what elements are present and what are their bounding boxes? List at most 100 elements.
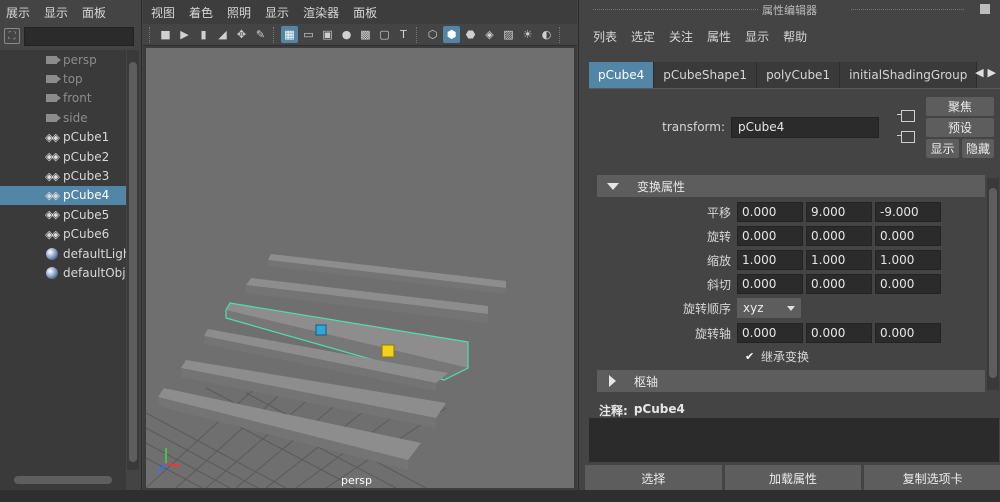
rotate-axis-x-field[interactable]: 0.000	[737, 323, 803, 343]
camera-select-icon[interactable]: ■	[157, 26, 174, 43]
notes-textarea[interactable]	[589, 418, 999, 462]
outliner-horizontal-scrollbar[interactable]	[0, 474, 126, 486]
resolution-gate-icon[interactable]: ▣	[319, 26, 336, 43]
outliner-item-pcube3[interactable]: ◈◈ pCube3	[0, 166, 126, 185]
ae-menu-show[interactable]: 显示	[745, 28, 769, 45]
outliner-item-front[interactable]: front	[0, 89, 126, 108]
translate-z-field[interactable]: -9.000	[875, 202, 941, 222]
xray-icon[interactable]: ◈	[481, 26, 498, 43]
translate-x-field[interactable]: 0.000	[737, 202, 803, 222]
outliner-item-pcube2[interactable]: ◈◈ pCube2	[0, 147, 126, 166]
mesh-icon: ◈◈	[45, 227, 60, 241]
rotate-y-field[interactable]: 0.000	[806, 226, 872, 246]
shear-row: 斜切 0.000 0.000 0.000	[597, 273, 985, 295]
shear-yz-field[interactable]: 0.000	[875, 274, 941, 294]
outliner-search-input[interactable]	[24, 26, 134, 46]
viewport-menu-renderer[interactable]: 渲染器	[303, 4, 339, 21]
viewport-menu-panels[interactable]: 面板	[353, 4, 377, 21]
mesh-icon: ◈◈	[45, 208, 60, 222]
copy-tab-button[interactable]: 复制选项卡	[864, 465, 1000, 491]
scrollbar-thumb[interactable]	[129, 62, 137, 462]
outliner-item-top[interactable]: top	[0, 69, 126, 88]
rotate-axis-z-field[interactable]: 0.000	[875, 323, 941, 343]
outliner-menu-panels[interactable]: 面板	[82, 4, 106, 21]
ae-menu-help[interactable]: 帮助	[783, 28, 807, 45]
grease-pencil-icon[interactable]: ✎	[252, 26, 269, 43]
tab-scroll-right-icon[interactable]: ▶	[988, 66, 996, 79]
rotate-x-field[interactable]: 0.000	[737, 226, 803, 246]
outliner-item-label: pCube4	[63, 188, 110, 203]
go-to-output-icon[interactable]	[897, 131, 915, 143]
tab-initialshadinggroup[interactable]: initialShadingGroup	[840, 62, 978, 88]
transform-name-field[interactable]: pCube4	[731, 116, 879, 138]
wireframe-icon[interactable]: ⬡	[424, 26, 441, 43]
attribute-scrollbar[interactable]	[987, 178, 999, 390]
grid-icon[interactable]: ▦	[281, 26, 298, 43]
safe-title-icon[interactable]: T	[395, 26, 412, 43]
outliner-item-defaultobje[interactable]: defaultObje	[0, 263, 126, 282]
viewport-3d-scene[interactable]: persp	[146, 48, 574, 488]
translate-y-field[interactable]: 9.000	[806, 202, 872, 222]
scene-drawing	[146, 254, 506, 488]
outliner-menu-show[interactable]: 展示	[6, 4, 30, 21]
outliner-item-pcube4[interactable]: ◈◈ pCube4	[0, 185, 126, 206]
ae-menu-selected[interactable]: 选定	[631, 28, 655, 45]
bookmark-icon[interactable]: ▮	[195, 26, 212, 43]
tab-pcubeshape1[interactable]: pCubeShape1	[654, 62, 758, 88]
tab-polycube1[interactable]: polyCube1	[757, 62, 841, 88]
panel-float-icon[interactable]	[980, 4, 990, 14]
load-attributes-button[interactable]: 加载属性	[724, 465, 862, 491]
outliner-item-defaultligh[interactable]: defaultLigh	[0, 244, 126, 263]
attribute-editor-titlebar[interactable]: 属性编辑器	[579, 0, 1000, 20]
ae-menu-focus[interactable]: 关注	[669, 28, 693, 45]
smooth-shade-icon[interactable]: ⬢	[443, 26, 460, 43]
textured-icon[interactable]: ▨	[500, 26, 517, 43]
2d-pan-zoom-icon[interactable]: ✥	[233, 26, 250, 43]
ae-menu-list[interactable]: 列表	[593, 28, 617, 45]
tab-scroll-left-icon[interactable]: ◀	[975, 66, 983, 79]
gate-mask-icon[interactable]: ●	[338, 26, 355, 43]
outliner-item-pcube6[interactable]: ◈◈ pCube6	[0, 225, 126, 244]
rotate-order-dropdown[interactable]: xyz	[737, 298, 801, 318]
presets-button[interactable]: 预设	[926, 118, 994, 137]
use-all-lights-icon[interactable]: ☀	[519, 26, 536, 43]
viewport-menu-show[interactable]: 显示	[265, 4, 289, 21]
outliner-item-side[interactable]: side	[0, 108, 126, 127]
outliner-item-pcube5[interactable]: ◈◈ pCube5	[0, 205, 126, 224]
film-gate-icon[interactable]: ▭	[300, 26, 317, 43]
show-button[interactable]: 显示	[926, 139, 959, 158]
viewport-menu-shading[interactable]: 着色	[189, 4, 213, 21]
filter-icon[interactable]: ⛶	[4, 28, 20, 44]
select-button[interactable]: 选择	[585, 465, 722, 491]
ae-menu-attributes[interactable]: 属性	[707, 28, 731, 45]
tab-pcube4[interactable]: pCube4	[589, 62, 655, 88]
shear-xy-field[interactable]: 0.000	[737, 274, 803, 294]
scrollbar-thumb[interactable]	[989, 188, 997, 378]
camera-attributes-icon[interactable]: ▶	[176, 26, 193, 43]
scale-z-field[interactable]: 1.000	[875, 250, 941, 270]
field-chart-icon[interactable]: ▩	[357, 26, 374, 43]
scrollbar-thumb[interactable]	[14, 476, 112, 484]
go-to-input-icon[interactable]	[897, 110, 915, 122]
outliner-menu-display[interactable]: 显示	[44, 4, 68, 21]
viewport-menu-view[interactable]: 视图	[151, 4, 175, 21]
safe-action-icon[interactable]: ▢	[376, 26, 393, 43]
outliner-item-pcube1[interactable]: ◈◈ pCube1	[0, 128, 126, 147]
rotate-z-field[interactable]: 0.000	[875, 226, 941, 246]
scale-x-field[interactable]: 1.000	[737, 250, 803, 270]
shear-xz-field[interactable]: 0.000	[806, 274, 872, 294]
outliner-item-persp[interactable]: persp	[0, 50, 126, 69]
focus-button[interactable]: 聚焦	[926, 97, 994, 116]
shadows-icon[interactable]: ◐	[538, 26, 555, 43]
inherit-transform-checkbox[interactable]: ✔ 继承变换	[745, 348, 809, 365]
pivots-section[interactable]: 枢轴	[597, 370, 985, 392]
hide-button[interactable]: 隐藏	[962, 139, 994, 158]
wireframe-on-shaded-icon[interactable]: ⬣	[462, 26, 479, 43]
transform-attributes-section[interactable]: 变换属性	[597, 175, 985, 197]
rotate-axis-y-field[interactable]: 0.000	[806, 323, 872, 343]
outliner-vertical-scrollbar[interactable]	[127, 50, 139, 470]
image-plane-icon[interactable]: ◢	[214, 26, 231, 43]
viewport-menu-lighting[interactable]: 照明	[227, 4, 251, 21]
scale-y-field[interactable]: 1.000	[806, 250, 872, 270]
time-slider-strip[interactable]	[0, 490, 1000, 502]
